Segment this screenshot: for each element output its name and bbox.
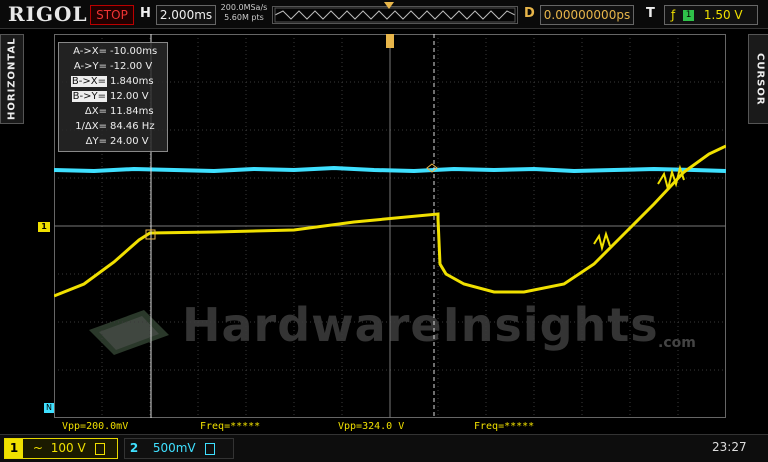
ch2-status[interactable]: 2 500mV	[124, 438, 234, 459]
delay-label: D	[524, 6, 535, 21]
ch2-bandwidth-icon	[205, 442, 216, 455]
cursor-readout-value: 12.00 V	[110, 91, 149, 102]
cursor-readout-key: ΔY=	[86, 136, 107, 148]
cursor-readout-value: -12.00 V	[110, 61, 153, 72]
cursor-readout-key-text: 1/ΔX=	[75, 121, 107, 132]
trigger-position-marker-icon	[384, 2, 394, 9]
ch2-freq-measurement: Freq=*****	[474, 421, 535, 432]
cursor-readout-value: 1.840ms	[110, 76, 154, 87]
memory-waveform-preview	[274, 7, 516, 23]
cursor-readout-key-text: A->X=	[73, 46, 107, 57]
cursor-readout-row: A->X= -10.00ms	[59, 46, 167, 58]
trigger-label: T	[646, 6, 655, 21]
cursor-readout-row: 1/ΔX= 84.46 Hz	[59, 121, 167, 133]
cursor-readout-value: 24.00 V	[110, 136, 149, 147]
delay-value[interactable]: 0.00000000ps	[540, 5, 634, 25]
clock: 23:27	[712, 440, 747, 454]
cursor-readout-row: ΔY= 24.00 V	[59, 136, 167, 148]
ch2-vpp-measurement: Vpp=324.0 V	[338, 421, 405, 432]
timebase-value[interactable]: 2.000ms	[156, 5, 216, 25]
acquisition-info: 200.0MSa/s 5.60M pts	[218, 3, 270, 23]
cursor-readout-key: B->X=	[70, 76, 107, 88]
cursor-readout-key: A->Y=	[74, 61, 107, 73]
trigger-level-value: 1.50 V	[703, 8, 743, 22]
cursor-readout-value: -10.00ms	[110, 46, 158, 57]
run-stop-indicator[interactable]: STOP	[90, 5, 134, 25]
cursor-readout-key-text: A->Y=	[73, 61, 107, 72]
sample-rate: 200.0MSa/s	[220, 3, 268, 12]
trigger-position-flag-icon	[386, 34, 394, 48]
memory-overview-strip[interactable]	[272, 6, 518, 24]
ch1-noise-burst	[593, 164, 685, 252]
ch1-ground-marker-icon[interactable]: 1	[38, 222, 50, 232]
cursor-menu-tab[interactable]: CURSOR	[748, 34, 768, 124]
cursor-readout-row: B->Y= 12.00 V	[59, 91, 167, 103]
memory-depth: 5.60M pts	[224, 13, 264, 22]
ch1-freq-measurement: Freq=*****	[200, 421, 261, 432]
ch2-number: 2	[129, 441, 139, 455]
ch2-ground-marker-icon[interactable]: N	[44, 403, 54, 413]
ch1-number: 1	[5, 439, 23, 458]
trigger-source-icon: 1	[683, 10, 695, 21]
cursor-readout-key: B->Y=	[71, 91, 107, 103]
ch1-bandwidth-icon	[95, 442, 106, 455]
ch1-vpp-measurement: Vpp=200.0mV	[62, 421, 129, 432]
trigger-settings[interactable]: ƒ 1 1.50 V	[664, 5, 758, 25]
cursor-readout-key: A->X=	[73, 46, 107, 58]
cursor-readout-key-text: B->X=	[70, 76, 107, 87]
cursor-readout-panel: A->X= -10.00ms A->Y= -12.00 V B->X= 1.840ms B-…	[58, 42, 168, 152]
cursor-readout-row: B->X= 1.840ms	[59, 76, 167, 88]
cursor-readout-key-text: B->Y=	[71, 91, 107, 102]
brand-logo: RIGOL	[8, 2, 88, 26]
ch2-waveform	[54, 165, 726, 174]
cursor-readout-row: ΔX= 11.84ms	[59, 106, 167, 118]
cursor-readout-row: A->Y= -12.00 V	[59, 61, 167, 73]
horizontal-label: H	[140, 6, 151, 21]
ch2-scale: 500mV	[152, 441, 196, 455]
ch1-status[interactable]: 1 ~ 100 V	[4, 438, 118, 459]
cursor-readout-key: ΔX=	[85, 106, 107, 118]
cursor-readout-value: 84.46 Hz	[110, 121, 155, 132]
cursor-readout-value: 11.84ms	[110, 106, 154, 117]
ch1-scale: 100 V	[50, 441, 86, 455]
rising-edge-icon: ƒ	[671, 8, 676, 22]
cursor-readout-key-text: ΔX=	[84, 106, 107, 117]
horizontal-menu-tab[interactable]: HORIZONTAL	[0, 34, 24, 124]
cursor-readout-key-text: ΔY=	[85, 136, 107, 147]
cursor-readout-key: 1/ΔX=	[75, 121, 107, 133]
ch1-coupling-icon: ~	[32, 441, 43, 455]
